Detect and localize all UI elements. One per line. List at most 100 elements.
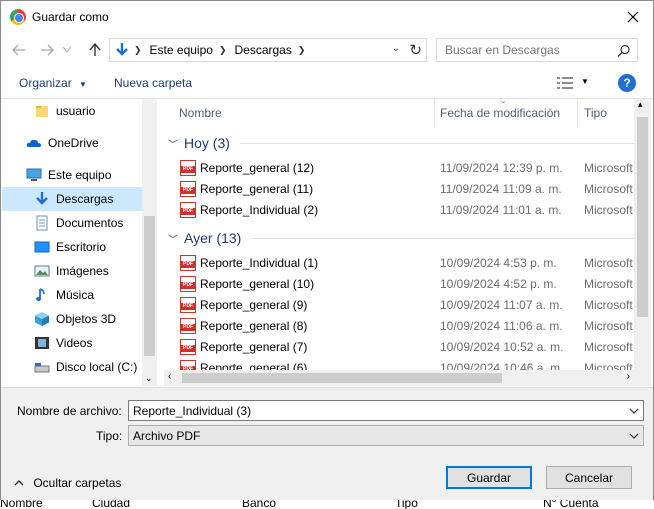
- download-icon: [116, 43, 128, 56]
- chevron-down-icon[interactable]: ⌄: [392, 43, 400, 54]
- sort-chevron-icon: ⌄: [500, 99, 507, 105]
- search-input[interactable]: [445, 43, 615, 57]
- search-icon: [617, 44, 630, 57]
- address-bar[interactable]: ❯ Este equipo ❯ Descargas ❯ ⌄ ↻: [109, 38, 427, 62]
- group-title: Ayer (13): [184, 230, 242, 246]
- file-row[interactable]: PDF Reporte_general (8) 10/09/2024 11:06…: [164, 316, 638, 337]
- file-row[interactable]: PDF Reporte_general (12) 11/09/2024 12:3…: [164, 158, 638, 179]
- arrow-left-icon: [12, 44, 25, 56]
- file-name: Reporte_general (9): [200, 298, 308, 312]
- desktop-icon: [34, 241, 50, 253]
- forward-button[interactable]: [37, 40, 57, 60]
- pdf-file-icon: PDF: [180, 181, 196, 197]
- file-name: Reporte_general (10): [200, 277, 315, 291]
- sidebar-item-objetos-3d[interactable]: Objetos 3D: [2, 307, 142, 331]
- download-icon: [36, 192, 48, 205]
- column-separator[interactable]: [577, 99, 578, 127]
- filename-field[interactable]: Reporte_Individual (3): [128, 400, 644, 421]
- file-date: 10/09/2024 11:07 a. m.: [440, 298, 563, 312]
- title-bar: Guardar como: [1, 1, 653, 33]
- pdf-file-icon: PDF: [180, 255, 196, 271]
- close-button[interactable]: [621, 7, 645, 27]
- file-list-horizontal-scrollbar[interactable]: ‹ ›: [164, 370, 634, 386]
- help-button[interactable]: ?: [618, 74, 636, 92]
- refresh-icon[interactable]: ↻: [409, 41, 422, 59]
- sidebar-item-label: Imágenes: [56, 264, 109, 278]
- sidebar-item-imagenes[interactable]: Imágenes: [2, 259, 142, 283]
- group-title: Hoy (3): [184, 135, 230, 151]
- file-row[interactable]: PDF Reporte_general (10) 10/09/2024 4:52…: [164, 274, 638, 295]
- save-button[interactable]: Guardar: [446, 466, 532, 489]
- chevron-down-icon: ﹀: [168, 234, 178, 246]
- sidebar-item-descargas[interactable]: Descargas: [2, 187, 142, 211]
- pdf-file-icon: PDF: [180, 276, 196, 292]
- pictures-icon: [34, 265, 50, 277]
- sidebar-item-usuario[interactable]: usuario: [2, 99, 142, 123]
- vertical-scroll-thumb[interactable]: [637, 117, 648, 317]
- sidebar-item-escritorio[interactable]: Escritorio: [2, 235, 142, 259]
- command-bar: Organizar ▼ Nueva carpeta ▼ ?: [1, 69, 653, 99]
- recent-locations-button[interactable]: [61, 40, 73, 60]
- video-icon: [35, 337, 49, 349]
- sidebar-item-onedrive[interactable]: OneDrive: [2, 131, 142, 155]
- file-row[interactable]: PDF Reporte_Individual (2) 11/09/2024 11…: [164, 200, 638, 221]
- caret-down-icon[interactable]: ▼: [581, 77, 589, 86]
- column-header-type[interactable]: Tipo: [584, 99, 607, 127]
- breadcrumb-este-equipo[interactable]: Este equipo: [150, 43, 213, 57]
- file-row[interactable]: PDF Reporte_general (9) 10/09/2024 11:07…: [164, 295, 638, 316]
- group-header-today[interactable]: ﹀ Hoy (3): [168, 135, 230, 151]
- group-divider: [250, 238, 634, 239]
- pdf-file-icon: PDF: [180, 202, 196, 218]
- view-options-button[interactable]: [557, 77, 573, 92]
- sidebar-scrollbar[interactable]: ⌄: [142, 99, 157, 386]
- window-title: Guardar como: [32, 10, 109, 24]
- sidebar-item-musica[interactable]: Música: [2, 283, 142, 307]
- sidebar-item-label: Disco local (C:): [56, 360, 138, 374]
- file-row[interactable]: PDF Reporte_general (7) 10/09/2024 10:52…: [164, 337, 638, 358]
- sidebar-item-este-equipo[interactable]: Este equipo: [2, 163, 142, 187]
- close-icon: [627, 11, 639, 23]
- new-folder-button[interactable]: Nueva carpeta: [114, 76, 192, 90]
- sidebar-item-label: Escritorio: [56, 240, 107, 254]
- hide-folders-button[interactable]: Ocultar carpetas: [14, 476, 121, 490]
- file-row[interactable]: PDF Reporte_general (11) 11/09/2024 11:0…: [164, 179, 638, 200]
- pdf-file-icon: PDF: [180, 339, 196, 355]
- sidebar-scroll-thumb[interactable]: [144, 216, 155, 356]
- organize-menu[interactable]: Organizar ▼: [19, 76, 87, 90]
- back-button[interactable]: [9, 40, 29, 60]
- sidebar-item-disco-local[interactable]: Disco local (C:): [2, 355, 142, 379]
- horizontal-scroll-thumb[interactable]: [182, 373, 502, 383]
- file-type-select[interactable]: Archivo PDF: [128, 425, 644, 446]
- chevron-down-icon[interactable]: [629, 429, 639, 443]
- file-list: Nombre Fecha de modificación ⌄ Tipo ﹀ Ho…: [164, 99, 638, 386]
- question-mark-icon: ?: [623, 76, 631, 90]
- file-row[interactable]: PDF Reporte_Individual (1) 10/09/2024 4:…: [164, 253, 638, 274]
- chevron-up-icon: [14, 480, 24, 486]
- background-header: N° Cuenta: [543, 500, 599, 509]
- chevron-up-icon[interactable]: ▴: [638, 99, 643, 110]
- sidebar-item-label: Videos: [56, 336, 93, 350]
- file-name: Reporte_Individual (2): [200, 203, 319, 217]
- hide-folders-label: Ocultar carpetas: [33, 476, 122, 490]
- file-date: 10/09/2024 11:06 a. m.: [440, 319, 563, 333]
- group-header-yesterday[interactable]: ﹀ Ayer (13): [168, 230, 241, 246]
- search-box[interactable]: [436, 38, 638, 62]
- chevron-right-icon[interactable]: ›: [627, 371, 630, 382]
- chevron-left-icon[interactable]: ‹: [168, 371, 171, 382]
- sidebar-item-documentos[interactable]: Documentos: [2, 211, 142, 235]
- sidebar-item-label: Documentos: [56, 216, 124, 230]
- file-list-vertical-scrollbar[interactable]: ▴: [634, 99, 651, 386]
- file-type-value: Archivo PDF: [133, 428, 201, 443]
- sidebar-item-videos[interactable]: Videos: [2, 331, 142, 355]
- column-header-name[interactable]: Nombre: [179, 99, 222, 127]
- drive-icon: [34, 363, 50, 373]
- breadcrumb-descargas[interactable]: Descargas: [234, 43, 291, 57]
- chevron-down-icon[interactable]: [629, 404, 639, 418]
- background-header: Tipo: [395, 500, 418, 509]
- up-button[interactable]: [85, 40, 105, 60]
- arrow-right-icon: [41, 44, 54, 56]
- cancel-button[interactable]: Cancelar: [546, 466, 632, 489]
- column-separator[interactable]: [434, 99, 435, 127]
- file-name: Reporte_Individual (1): [200, 256, 319, 270]
- chevron-down-icon[interactable]: ⌄: [145, 373, 153, 384]
